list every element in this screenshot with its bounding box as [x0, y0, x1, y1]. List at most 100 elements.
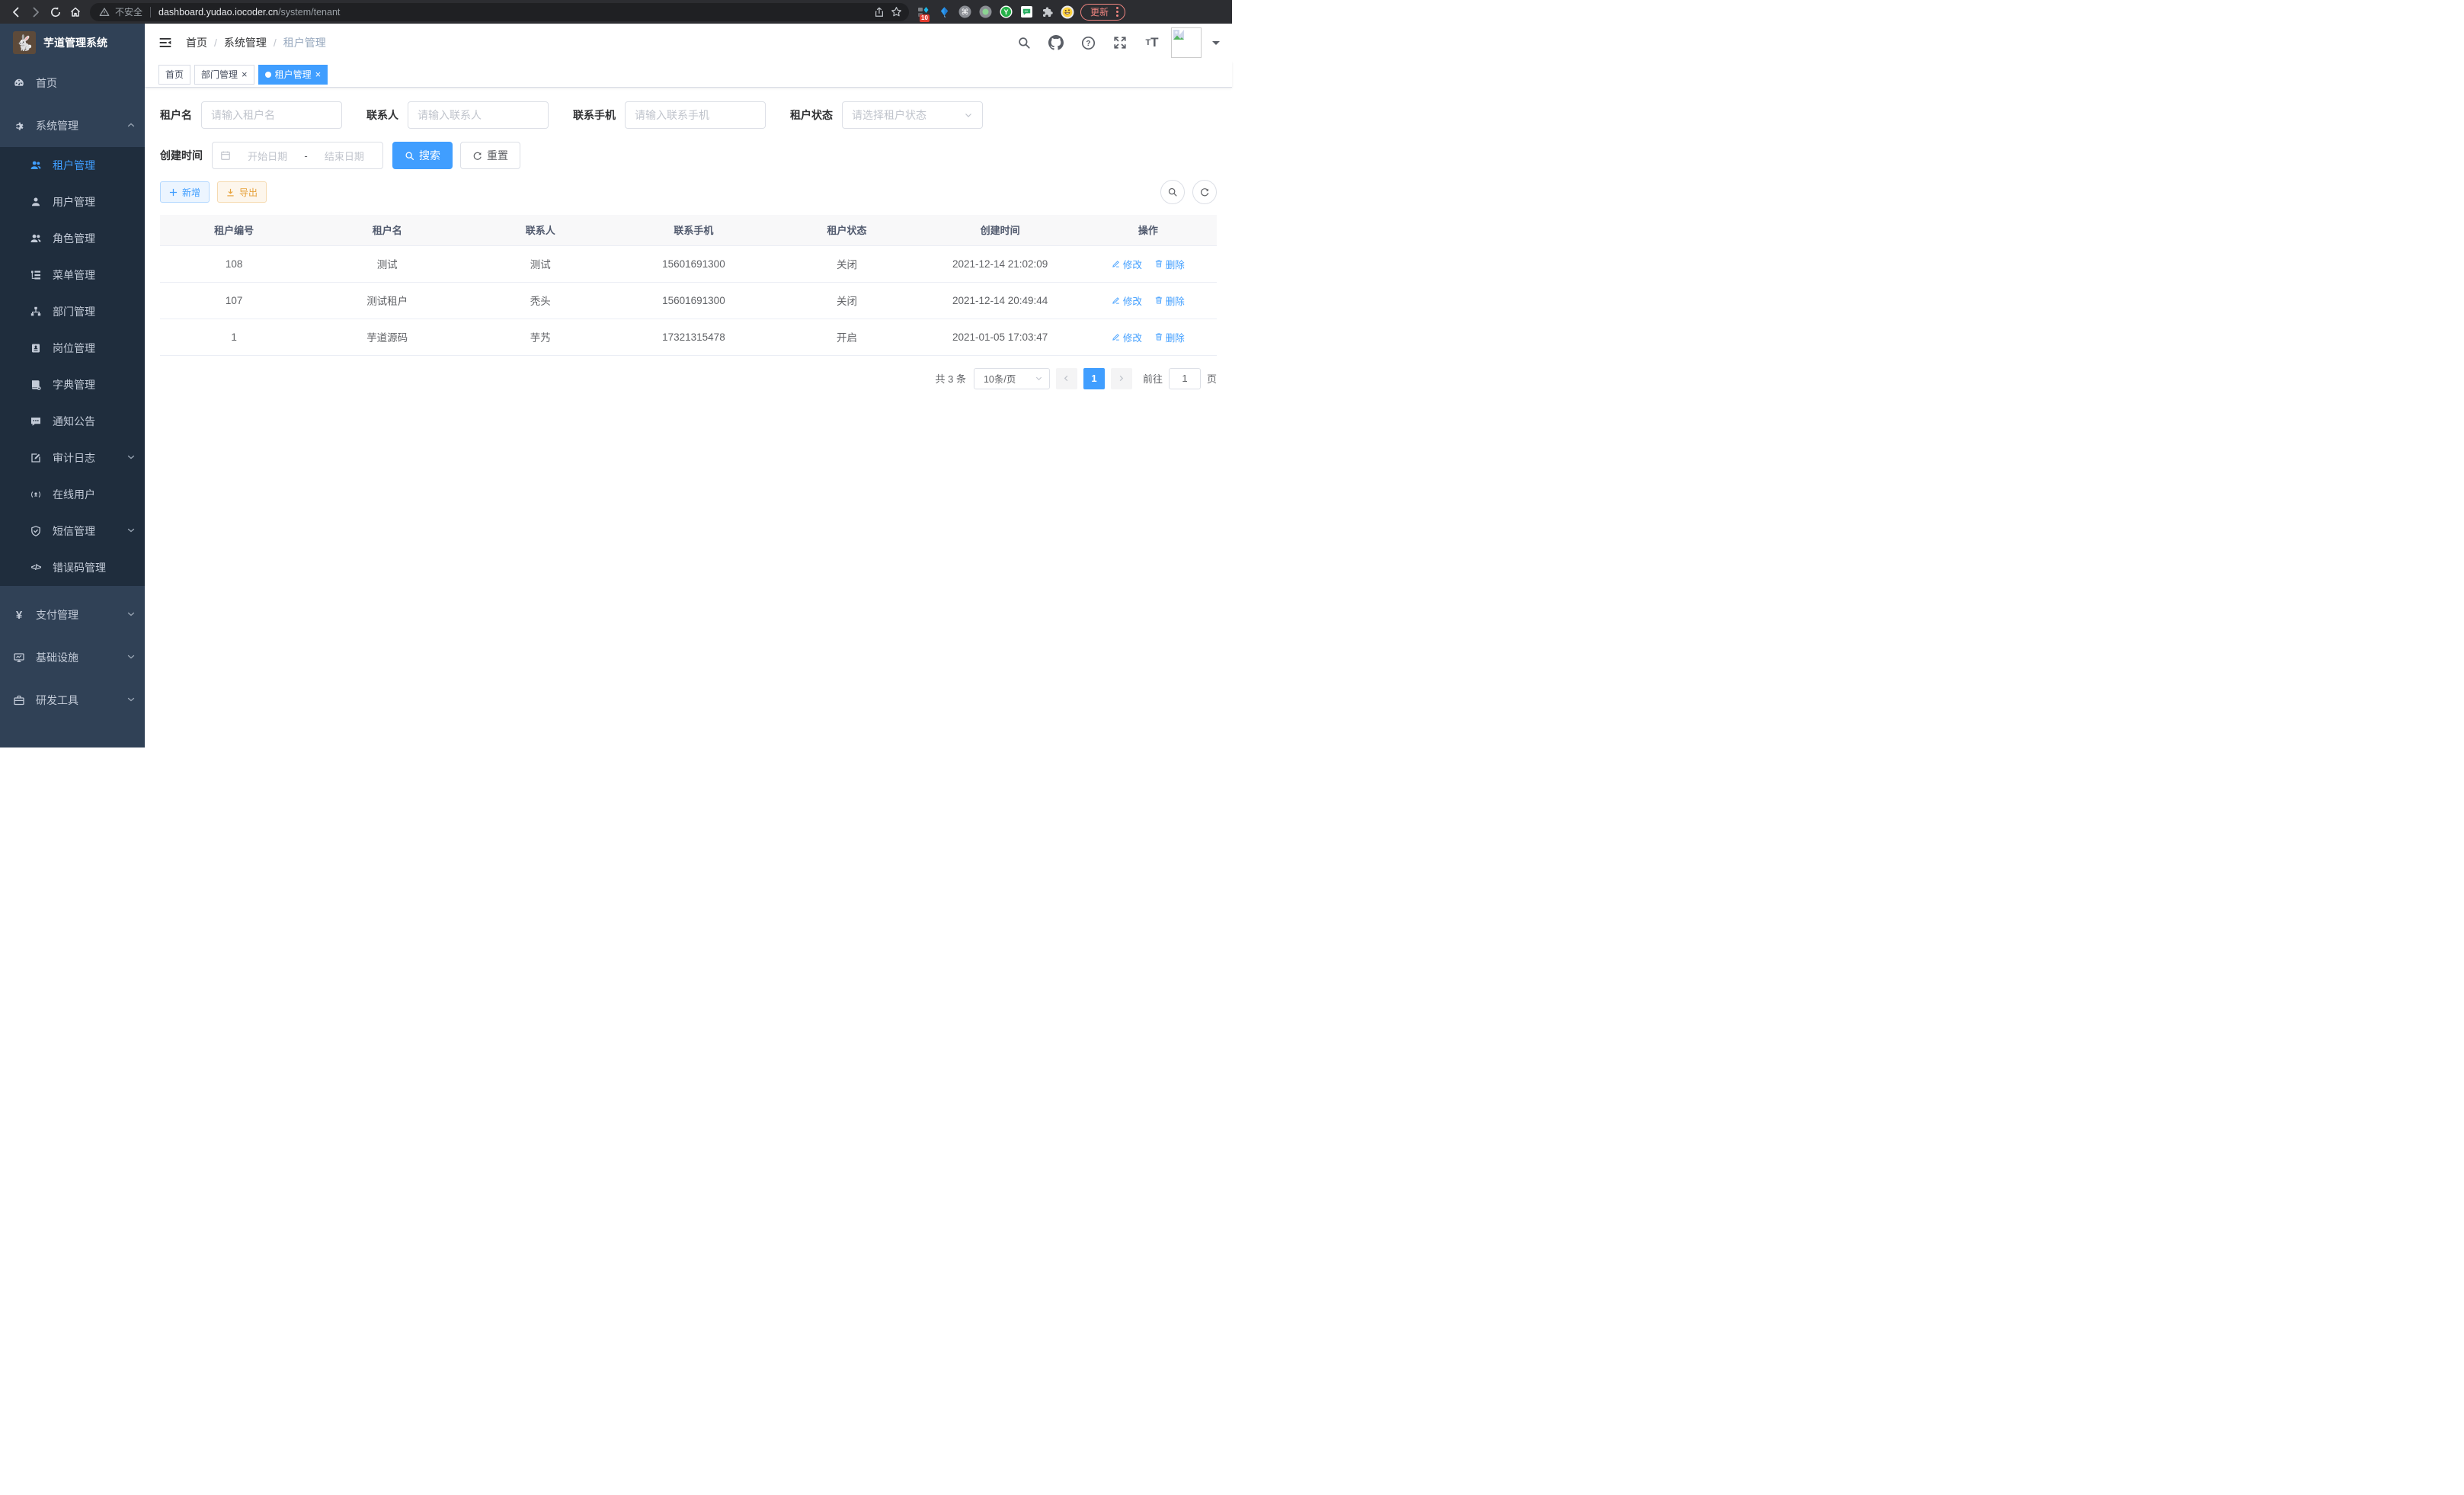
extension-command-icon[interactable]: ⌘: [958, 5, 971, 19]
sidebar-menu: 首页 系统管理 租户管理: [0, 62, 145, 748]
tenant-name-input[interactable]: [211, 109, 332, 121]
tag-home[interactable]: 首页: [158, 65, 190, 85]
start-date-placeholder[interactable]: 开始日期: [237, 149, 298, 163]
tag-dept[interactable]: 部门管理 ×: [194, 65, 254, 85]
sidebar-item-dev-tools[interactable]: 研发工具: [0, 679, 145, 722]
browser-menu-icon[interactable]: [1116, 7, 1118, 17]
sidebar-item-notices[interactable]: 通知公告: [0, 403, 145, 440]
add-button[interactable]: 新增: [160, 181, 210, 203]
sidebar-label: 错误码管理: [53, 560, 106, 575]
extension-y-icon[interactable]: Y: [999, 5, 1013, 19]
filter-label-tenant-name: 租户名: [160, 107, 192, 123]
extension-colorpick-icon[interactable]: 10: [917, 5, 930, 19]
extension-chat-icon[interactable]: [1019, 5, 1033, 19]
mobile-input[interactable]: [635, 109, 756, 121]
fullscreen-icon[interactable]: [1107, 30, 1133, 56]
breadcrumb-system[interactable]: 系统管理: [224, 35, 267, 50]
profile-avatar-icon[interactable]: [1061, 5, 1074, 19]
sidebar-item-dicts[interactable]: 字典管理: [0, 367, 145, 403]
date-range-picker[interactable]: 开始日期 - 结束日期: [212, 142, 383, 169]
edit-link[interactable]: 修改: [1112, 257, 1142, 271]
page-size-select[interactable]: 10条/页: [974, 368, 1050, 389]
reset-button[interactable]: 重置: [460, 142, 520, 169]
prev-page-button[interactable]: [1056, 368, 1077, 389]
breadcrumb-home[interactable]: 首页: [186, 35, 207, 50]
cell-mobile: 15601691300: [614, 282, 773, 319]
delete-link[interactable]: 删除: [1154, 330, 1185, 344]
browser-home-icon[interactable]: [66, 2, 85, 22]
sidebar-item-depts[interactable]: 部门管理: [0, 293, 145, 330]
sidebar-item-users[interactable]: 用户管理: [0, 184, 145, 220]
font-size-icon[interactable]: TT: [1139, 30, 1165, 56]
sidebar-item-audit-log[interactable]: 审计日志: [0, 440, 145, 476]
url-bar[interactable]: 不安全 dashboard.yudao.iocoder.cn/system/te…: [90, 3, 909, 21]
sidebar-label: 用户管理: [53, 194, 95, 210]
sidebar-item-posts[interactable]: 岗位管理: [0, 330, 145, 367]
cell-actions: 修改 删除: [1080, 245, 1217, 282]
sidebar-item-system[interactable]: 系统管理: [0, 104, 145, 147]
browser-reload-icon[interactable]: [46, 2, 66, 22]
status-select[interactable]: 请选择租户状态: [842, 101, 983, 129]
help-icon[interactable]: ?: [1075, 30, 1101, 56]
export-button[interactable]: 导出: [217, 181, 267, 203]
edit-icon: [1112, 296, 1121, 305]
end-date-placeholder[interactable]: 结束日期: [314, 149, 375, 163]
sidebar-item-menus[interactable]: 菜单管理: [0, 257, 145, 293]
table-header-row: 租户编号 租户名 联系人 联系手机 租户状态 创建时间 操作: [160, 215, 1217, 245]
sidebar-item-infra[interactable]: 基础设施: [0, 636, 145, 679]
search-button[interactable]: 搜索: [392, 142, 453, 169]
next-page-button[interactable]: [1111, 368, 1132, 389]
close-icon[interactable]: ×: [315, 69, 322, 79]
sidebar-item-tenant[interactable]: 租户管理: [0, 147, 145, 184]
tenant-page-content: 租户名 联系人 联系手机: [145, 88, 1232, 748]
refresh-table-button[interactable]: [1192, 180, 1217, 204]
toggle-search-button[interactable]: [1160, 180, 1185, 204]
svg-text:?: ?: [1086, 40, 1090, 48]
tag-tenant-active[interactable]: 租户管理 ×: [258, 65, 328, 85]
sidebar-label: 基础设施: [36, 650, 78, 665]
edit-link[interactable]: 修改: [1112, 293, 1142, 308]
sidebar-label: 岗位管理: [53, 341, 95, 356]
browser-forward-icon[interactable]: [26, 2, 46, 22]
delete-link[interactable]: 删除: [1154, 257, 1185, 271]
sidebar-label: 部门管理: [53, 304, 95, 319]
user-avatar[interactable]: [1171, 27, 1202, 58]
sidebar-item-home[interactable]: 首页: [0, 62, 145, 104]
sidebar-label: 租户管理: [53, 158, 95, 173]
calendar-icon: [220, 150, 231, 161]
sidebar-item-error-codes[interactable]: </> 错误码管理: [0, 549, 145, 586]
search-icon: [405, 151, 414, 161]
table-row: 107 测试租户 秃头 15601691300 关闭 2021-12-14 20…: [160, 282, 1217, 319]
security-label[interactable]: 不安全: [115, 5, 142, 18]
edit-icon: [1112, 332, 1121, 341]
delete-link[interactable]: 删除: [1154, 293, 1185, 308]
bookmark-star-icon[interactable]: [888, 4, 904, 21]
avatar-dropdown-caret[interactable]: [1212, 41, 1220, 49]
edit-link[interactable]: 修改: [1112, 330, 1142, 344]
sidebar-item-online-users[interactable]: 在线用户: [0, 476, 145, 513]
trash-icon: [1154, 259, 1163, 268]
browser-update-button[interactable]: 更新: [1080, 4, 1125, 21]
sidebar-item-payment[interactable]: ¥ 支付管理: [0, 594, 145, 636]
close-icon[interactable]: ×: [242, 69, 248, 79]
github-icon[interactable]: [1043, 30, 1069, 56]
extensions-puzzle-icon[interactable]: [1040, 5, 1054, 19]
app-logo[interactable]: 🐇 芋道管理系统: [0, 24, 145, 62]
svg-text:Y: Y: [1003, 8, 1008, 16]
goto-page-input[interactable]: [1169, 368, 1201, 389]
share-icon[interactable]: [871, 4, 888, 21]
contact-input[interactable]: [418, 109, 539, 121]
sidebar-item-roles[interactable]: 角色管理: [0, 220, 145, 257]
browser-chrome: 不安全 dashboard.yudao.iocoder.cn/system/te…: [0, 0, 1232, 24]
extension-record-icon[interactable]: [978, 5, 992, 19]
extension-kite-icon[interactable]: [937, 5, 951, 19]
url-host: dashboard.yudao.iocoder.cn: [158, 7, 278, 18]
sidebar-item-sms[interactable]: 短信管理: [0, 513, 145, 549]
browser-back-icon[interactable]: [6, 2, 26, 22]
sidebar-collapse-icon[interactable]: [158, 36, 172, 50]
page-number-1[interactable]: 1: [1083, 368, 1105, 389]
extension-row: 10 ⌘ Y: [917, 5, 1074, 19]
col-status: 租户状态: [773, 215, 920, 245]
header-search-icon[interactable]: [1011, 30, 1037, 56]
shield-check-icon: [30, 525, 42, 537]
